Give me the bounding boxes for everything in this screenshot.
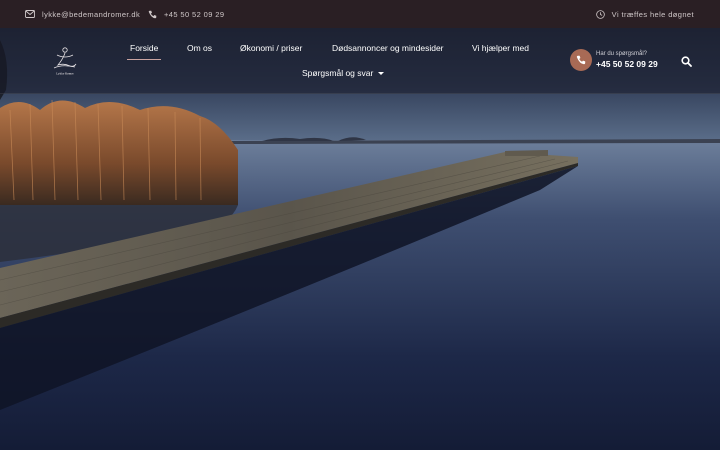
phone-link[interactable]: +45 50 52 09 29: [164, 10, 224, 19]
envelope-icon: [25, 10, 35, 18]
clock-icon: [595, 9, 605, 19]
nav-dodsannoncer[interactable]: Dødsannoncer og mindesider: [332, 43, 444, 53]
topbar-email[interactable]: lykke@bedemandromer.dk: [25, 0, 140, 28]
logo-mark-icon: Lykke Rømer: [53, 47, 77, 76]
phone-circle-icon: [570, 49, 592, 71]
nav-sporgsmal-label: Spørgsmål og svar: [302, 68, 374, 78]
call-number[interactable]: +45 50 52 09 29: [596, 59, 658, 69]
site-header: Lykke Rømer Forside Om os Økonomi / pris…: [0, 28, 720, 94]
site-logo[interactable]: Lykke Rømer: [48, 45, 82, 77]
phone-icon: [576, 55, 586, 65]
email-link[interactable]: lykke@bedemandromer.dk: [42, 10, 140, 19]
nav-sporgsmal-og-svar[interactable]: Spørgsmål og svar: [302, 68, 385, 78]
phone-icon: [148, 10, 157, 18]
topbar-phone[interactable]: +45 50 52 09 29: [148, 0, 224, 28]
nav-vi-hjaelper-med[interactable]: Vi hjælper med: [472, 43, 529, 53]
caret-down-icon: [378, 72, 385, 76]
top-bar: lykke@bedemandromer.dk +45 50 52 09 29 V…: [0, 0, 720, 28]
search-button[interactable]: [681, 54, 693, 67]
logo-text: Lykke Rømer: [56, 72, 74, 76]
hours-text: Vi træffes hele døgnet: [611, 9, 694, 19]
call-box[interactable]: Har du spørgsmål? +45 50 52 09 29: [570, 48, 658, 72]
topbar-hours: Vi træffes hele døgnet: [595, 0, 694, 28]
nav-okonomi-priser[interactable]: Økonomi / priser: [240, 43, 302, 53]
nav-om-os[interactable]: Om os: [187, 43, 212, 53]
nav-forside[interactable]: Forside: [126, 43, 162, 60]
call-label: Har du spørgsmål?: [596, 51, 648, 57]
search-icon: [681, 56, 692, 67]
